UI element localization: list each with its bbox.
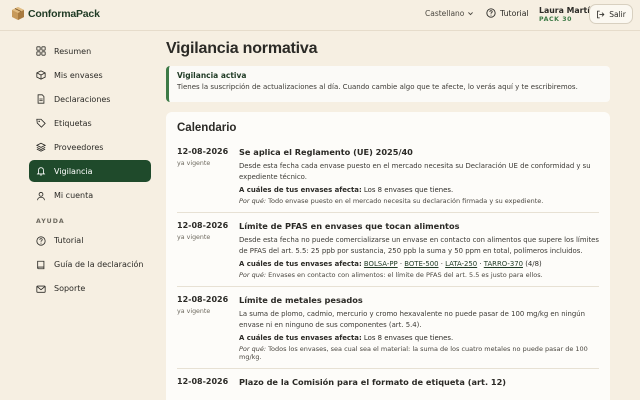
user-name: Laura Martín xyxy=(539,6,596,15)
entry-title: Plazo de la Comisión para el formato de … xyxy=(239,377,507,387)
entry-why-text: Envases en contacto con alimentos: el lí… xyxy=(268,271,543,279)
box-icon xyxy=(36,70,46,80)
user-pack-badge: PACK 30 xyxy=(539,16,573,23)
sidebar-item-label: Declaraciones xyxy=(54,94,111,104)
entry-date: 12-08-2026 xyxy=(177,147,229,156)
package-link-tarro-370[interactable]: TARRO-370 xyxy=(484,260,523,268)
calendar-entry: 12-08-2026 Plazo de la Comisión para el … xyxy=(177,377,599,398)
entry-affects-label: A cuáles de tus envases afecta: xyxy=(239,186,362,194)
entry-why: Por qué: Envases en contacto con aliment… xyxy=(239,271,599,279)
entry-affects: A cuáles de tus envases afecta: Los 8 en… xyxy=(239,186,599,194)
calendar-card: Calendario 12-08-2026 ya vigente Se apli… xyxy=(166,112,610,400)
alert-title: Vigilancia activa xyxy=(177,71,247,80)
tag-separator: · xyxy=(479,260,482,268)
entry-why-label: Por qué: xyxy=(239,271,267,279)
page-title: Vigilancia normativa xyxy=(166,40,318,57)
header: ConformaPack Castellano Tutorial Laura M… xyxy=(0,0,640,30)
tag-icon xyxy=(36,119,46,129)
entry-status: ya vigente xyxy=(177,234,211,241)
language-label: Castellano xyxy=(425,9,465,18)
user-info[interactable]: Laura Martín PACK 30 xyxy=(539,6,595,24)
sidebar-item-mi-cuenta[interactable]: Mi cuenta xyxy=(29,185,151,207)
tag-separator: · xyxy=(440,260,443,268)
grid-icon xyxy=(36,46,46,56)
entry-description: Desde esta fecha no puede comercializars… xyxy=(239,236,599,255)
entry-date: 12-08-2026 xyxy=(177,221,229,230)
entry-affects-label: A cuáles de tus envases afecta: xyxy=(239,334,362,342)
package-link-bolsa-pp[interactable]: BOLSA-PP xyxy=(364,260,398,268)
logout-icon xyxy=(597,10,605,18)
entry-why: Por qué: Todos los envases, sea cual sea… xyxy=(239,345,599,361)
affects-count: (4/8) xyxy=(525,260,542,268)
package-logo-icon xyxy=(12,7,24,20)
entry-status: ya vigente xyxy=(177,160,211,167)
header-divider xyxy=(0,30,640,31)
sidebar-item-label: Mi cuenta xyxy=(54,191,94,201)
tutorial-header-link[interactable]: Tutorial xyxy=(486,8,529,18)
sidebar-item-guia-declaracion[interactable]: Guía de la declaración xyxy=(29,254,151,276)
entry-title: Se aplica el Reglamento (UE) 2025/40 xyxy=(239,147,413,157)
entry-why-label: Por qué: xyxy=(239,345,267,353)
sidebar-item-label: Etiquetas xyxy=(54,118,92,128)
sidebar-item-vigilancia[interactable]: Vigilancia xyxy=(29,160,151,183)
sidebar-item-etiquetas[interactable]: Etiquetas xyxy=(29,112,151,134)
book-icon xyxy=(37,260,45,269)
tag-separator: · xyxy=(399,260,403,268)
calendar-entry: 12-08-2026 ya vigente Se aplica el Regla… xyxy=(177,147,599,213)
status-alert: Vigilancia activa Tienes la suscripción … xyxy=(166,66,610,102)
bell-icon xyxy=(36,167,46,177)
sidebar: Resumen Mis envases Declaraciones Etique… xyxy=(29,40,151,302)
calendar-entry: 12-08-2026 ya vigente Límite de PFAS en … xyxy=(177,221,599,287)
sidebar-item-label: Vigilancia xyxy=(54,166,93,176)
entry-why-text: Todo envase puesto en el mercado necesit… xyxy=(268,197,544,205)
entry-why-text: Todos los envases, sea cual sea el mater… xyxy=(239,345,588,361)
language-selector[interactable]: Castellano xyxy=(425,9,474,18)
tutorial-header-label: Tutorial xyxy=(500,8,529,18)
sidebar-item-label: Resumen xyxy=(54,46,92,56)
entry-title: Límite de PFAS en envases que tocan alim… xyxy=(239,221,460,231)
entry-date: 12-08-2026 xyxy=(177,295,229,304)
help-section-label: AYUDA xyxy=(36,217,65,225)
alert-text: Tienes la suscripción de actualizaciones… xyxy=(177,83,578,91)
sidebar-item-proveedores[interactable]: Proveedores xyxy=(29,136,151,158)
logo-text: ConformaPack xyxy=(28,7,100,20)
package-link-bote-500[interactable]: BOTE-500 xyxy=(404,260,438,268)
entry-title: Límite de metales pesados xyxy=(239,295,363,305)
entry-affects: A cuáles de tus envases afecta: Los 8 en… xyxy=(239,334,599,342)
logout-button[interactable]: Salir xyxy=(589,4,633,24)
logo[interactable]: ConformaPack xyxy=(11,6,100,21)
entry-affects-value: Los 8 envases que tienes. xyxy=(363,334,454,342)
sidebar-item-declaraciones[interactable]: Declaraciones xyxy=(29,88,151,110)
sidebar-item-resumen[interactable]: Resumen xyxy=(29,40,151,62)
sidebar-item-label: Mis envases xyxy=(54,70,103,80)
mail-icon xyxy=(36,285,46,293)
help-icon xyxy=(36,235,46,246)
document-icon xyxy=(37,94,45,104)
entry-why: Por qué: Todo envase puesto en el mercad… xyxy=(239,197,599,205)
user-icon xyxy=(37,191,45,200)
entry-affects: A cuáles de tus envases afecta: BOLSA-PP… xyxy=(239,260,599,268)
sidebar-item-mis-envases[interactable]: Mis envases xyxy=(29,64,151,86)
sidebar-item-soporte[interactable]: Soporte xyxy=(29,278,151,300)
sidebar-item-label: Soporte xyxy=(54,284,86,294)
logout-label: Salir xyxy=(609,9,626,19)
layers-icon xyxy=(36,143,46,153)
entry-affects-label: A cuáles de tus envases afecta: xyxy=(239,260,362,268)
calendar-entry: 12-08-2026 ya vigente Límite de metales … xyxy=(177,295,599,369)
chevron-down-icon xyxy=(468,12,474,16)
sidebar-item-label: Proveedores xyxy=(54,142,104,152)
entry-description: Desde esta fecha cada envase puesto en e… xyxy=(239,162,591,181)
sidebar-item-label: Tutorial xyxy=(54,236,84,246)
entry-description: La suma de plomo, cadmio, mercurio y cro… xyxy=(239,310,585,329)
entry-affects-value: Los 8 envases que tienes. xyxy=(363,186,454,194)
sidebar-item-tutorial[interactable]: Tutorial xyxy=(29,230,151,252)
calendar-title: Calendario xyxy=(177,122,237,134)
package-link-lata-250[interactable]: LATA-250 xyxy=(445,260,477,268)
entry-why-label: Por qué: xyxy=(239,197,267,205)
sidebar-item-label: Guía de la declaración xyxy=(54,260,144,270)
entry-date: 12-08-2026 xyxy=(177,377,229,386)
entry-status: ya vigente xyxy=(177,308,211,315)
help-circle-icon xyxy=(486,8,496,18)
